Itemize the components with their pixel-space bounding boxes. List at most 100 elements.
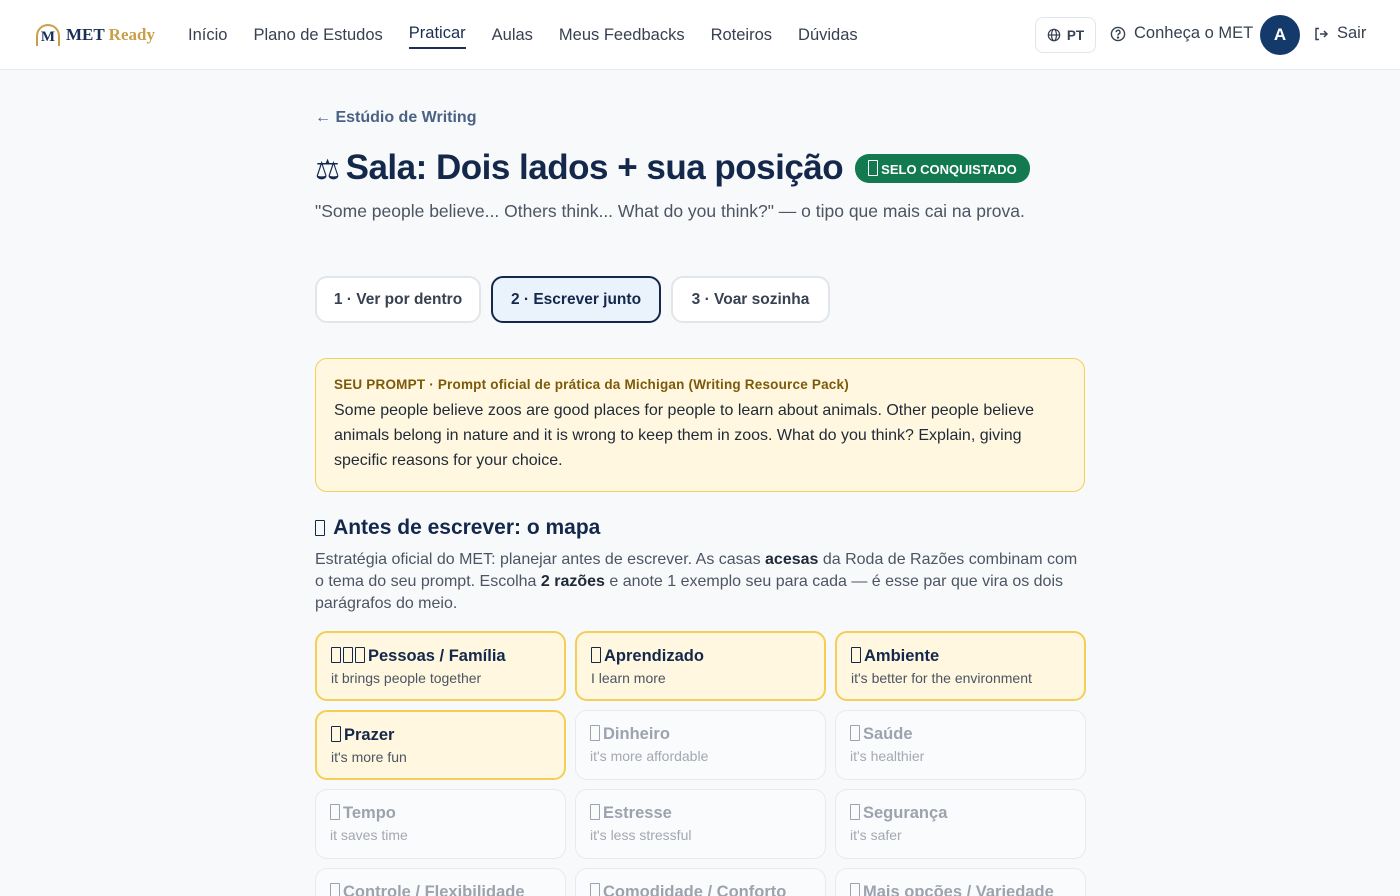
reason-card-example: it's better for the environment: [851, 670, 1032, 686]
reason-title-text: Segurança: [863, 804, 948, 822]
main-nav: Início Plano de Estudos Praticar Aulas M…: [188, 0, 858, 70]
reason-card[interactable]: Mais opções / Variedade: [835, 868, 1086, 896]
met-ready-logo[interactable]: M MET Ready: [36, 22, 155, 48]
reason-title-text: Pessoas / Família: [368, 647, 506, 665]
nav-roteiros[interactable]: Roteiros: [711, 20, 772, 51]
reason-icon: [330, 804, 340, 820]
nav-inicio[interactable]: Início: [188, 20, 227, 51]
reason-card[interactable]: Saúde it's healthier: [835, 710, 1086, 780]
logo-text: MET Ready: [66, 25, 155, 45]
reason-icon: [851, 647, 861, 663]
reason-title-text: Comodidade / Conforto: [603, 883, 787, 896]
reason-card[interactable]: Pessoas / Família it brings people togeth…: [315, 631, 566, 701]
reason-icon: [590, 804, 600, 820]
reason-icon: [850, 725, 860, 741]
page-subtitle: "Some people believe... Others think... …: [315, 201, 1025, 221]
language-switch-button[interactable]: PT: [1035, 17, 1096, 53]
logout-link[interactable]: Sair: [1313, 24, 1366, 43]
reason-wheel-grid: Pessoas / Família it brings people togeth…: [315, 631, 1086, 896]
logout-icon: [1315, 27, 1329, 40]
help-circle-icon: [1110, 26, 1126, 41]
reason-card[interactable]: Estresse it's less stressful: [575, 789, 826, 859]
back-to-writing-studio-link[interactable]: ← Estúdio de Writing: [315, 109, 476, 127]
nav-meus-feedbacks[interactable]: Meus Feedbacks: [559, 20, 685, 51]
reason-title-text: Aprendizado: [604, 647, 704, 665]
nav-duvidas[interactable]: Dúvidas: [798, 20, 858, 51]
reason-card-example: it's more fun: [331, 749, 407, 765]
reason-card-example: it's less stressful: [590, 827, 692, 843]
step-tabs: 1 · Ver por dentro 2 · Escrever junto 3 …: [315, 276, 830, 323]
reason-card[interactable]: Segurança it's safer: [835, 789, 1086, 859]
scales-icon: ⚖: [315, 154, 340, 185]
reason-icon: [850, 804, 860, 820]
reason-icon: [590, 725, 600, 741]
planning-section-title: Antes de escrever: o mapa: [315, 516, 600, 540]
logo-mark-icon: M: [36, 24, 60, 46]
map-icon: [315, 520, 325, 536]
reason-card-title: Estresse: [590, 804, 811, 823]
user-avatar[interactable]: A: [1260, 15, 1300, 55]
desc-bold-acesas: acesas: [765, 551, 819, 568]
reason-card[interactable]: Dinheiro it's more affordable: [575, 710, 826, 780]
reason-card-title: Ambiente: [851, 647, 1070, 666]
prompt-box: SEU PROMPT · Prompt oficial de prática d…: [315, 358, 1085, 492]
reason-icon: [343, 647, 353, 663]
reason-icon: [850, 883, 860, 896]
reason-card-example: it's healthier: [850, 748, 925, 764]
logo-text-ready: Ready: [108, 25, 155, 44]
tab-ver-por-dentro[interactable]: 1 · Ver por dentro: [315, 276, 481, 323]
reason-title-text: Estresse: [603, 804, 672, 822]
reason-card-example: it's safer: [850, 827, 902, 843]
reason-card[interactable]: Comodidade / Conforto: [575, 868, 826, 896]
reason-card[interactable]: Prazer it's more fun: [315, 710, 566, 780]
reason-icon: [331, 726, 341, 742]
nav-plano-de-estudos[interactable]: Plano de Estudos: [253, 20, 382, 51]
badge-icon: [868, 159, 879, 176]
reason-card-title: Dinheiro: [590, 725, 811, 744]
reason-title-text: Mais opções / Variedade: [863, 883, 1054, 896]
language-label: PT: [1066, 27, 1085, 43]
page-title: ⚖ Sala: Dois lados + sua posição: [315, 148, 844, 188]
planning-title-text: Antes de escrever: o mapa: [333, 516, 601, 539]
logo-text-met: MET: [66, 25, 105, 44]
reason-title-text: Tempo: [343, 804, 396, 822]
nav-praticar[interactable]: Praticar: [408, 18, 466, 49]
reason-card-title: Segurança: [850, 804, 1071, 823]
desc-part-1: Estratégia oficial do MET: planejar ante…: [315, 551, 766, 568]
tab-voar-sozinha[interactable]: 3 · Voar sozinha: [671, 276, 830, 323]
reason-title-text: Saúde: [863, 725, 913, 743]
reason-card[interactable]: Ambiente it's better for the environment: [835, 631, 1086, 701]
desc-bold-2-razoes: 2 razões: [540, 573, 605, 590]
globe-icon: [1047, 28, 1061, 42]
reason-icon: [591, 647, 601, 663]
reason-icon: [331, 647, 341, 663]
reason-card-title: Pessoas / Família: [331, 647, 550, 666]
reason-card-title: Mais opções / Variedade: [850, 883, 1071, 896]
top-navigation-bar: M MET Ready Início Plano de Estudos Prat…: [0, 0, 1400, 70]
reason-card-title: Comodidade / Conforto: [590, 883, 811, 896]
reason-card-example: it saves time: [330, 827, 408, 843]
reason-card-example: I learn more: [591, 670, 666, 686]
badge-label: SELO CONQUISTADO: [881, 161, 1017, 177]
reason-card[interactable]: Tempo it saves time: [315, 789, 566, 859]
conheca-o-met-link[interactable]: Conheça o MET: [1110, 24, 1253, 43]
nav-aulas[interactable]: Aulas: [492, 20, 533, 51]
reason-title-text: Prazer: [344, 726, 395, 744]
reason-title-text: Dinheiro: [603, 725, 670, 743]
page-title-text: Sala: Dois lados + sua posição: [345, 148, 844, 187]
reason-card-title: Saúde: [850, 725, 1071, 744]
reason-title-text: Ambiente: [864, 647, 940, 665]
reason-title-text: Controle / Flexibilidade: [343, 883, 525, 896]
reason-card[interactable]: Aprendizado I learn more: [575, 631, 826, 701]
reason-card-title: Prazer: [331, 726, 550, 745]
reason-card-title: Tempo: [330, 804, 551, 823]
reason-icon: [355, 647, 365, 663]
reason-card-example: it's more affordable: [590, 748, 709, 764]
prompt-label: SEU PROMPT · Prompt oficial de prática d…: [334, 377, 849, 392]
tab-escrever-junto[interactable]: 2 · Escrever junto: [491, 276, 661, 323]
reason-card[interactable]: Controle / Flexibilidade: [315, 868, 566, 896]
prompt-text: Some people believe zoos are good places…: [334, 402, 1035, 469]
reason-card-title: Controle / Flexibilidade: [330, 883, 551, 896]
reason-icon: [330, 883, 340, 896]
conheca-o-met-label: Conheça o MET: [1134, 24, 1254, 42]
